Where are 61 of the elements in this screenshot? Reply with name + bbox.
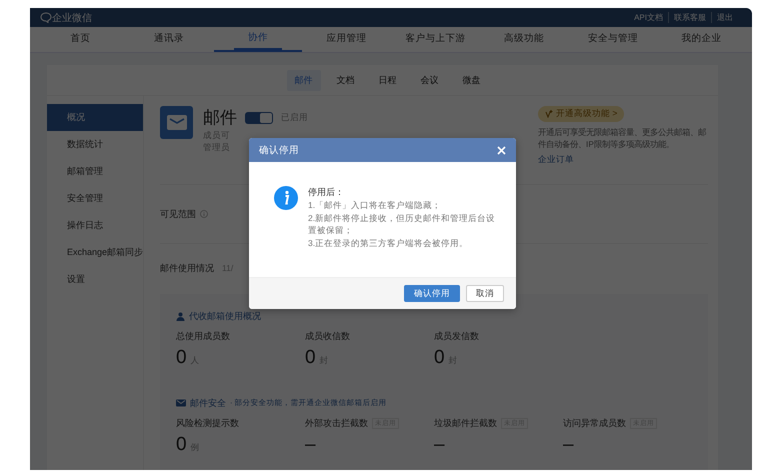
sidebar-item[interactable]: 设置 [47,266,144,293]
visibility-label: 可见范围 [160,208,196,220]
section-title: 邮件安全 [190,396,226,410]
stat-value: 0 [434,347,445,369]
close-button[interactable] [497,146,506,154]
enable-toggle[interactable] [245,112,274,124]
app-logo-text: 企业微信 [52,12,92,24]
nav-tab[interactable]: 通讯录 [140,27,198,50]
top-link[interactable]: 退出 [711,12,738,23]
sidebar-item[interactable]: 数据统计 [47,131,144,158]
dialog-text: 2.新邮件将停止接收，但历史邮件和管理后台设置被保留； [308,212,496,236]
nav-tab[interactable]: 客户与上下游 [391,27,480,50]
nav-tab[interactable]: 高级功能 [490,27,558,50]
user-icon [176,312,186,320]
info-icon [200,210,208,218]
stat-label: 外部攻击拦截数 [305,417,368,430]
stat-value: – [434,434,445,456]
stat-label: 总使用成员数 [176,330,230,343]
stat-label: 访问异常成员数 [563,417,626,430]
sub-tab[interactable]: 日程 [370,70,404,90]
mail-icon [176,399,186,407]
dialog-text: 1.「邮件」入口将在客户端隐藏； [308,199,442,211]
stat-value: 0 [176,347,187,369]
nav-tab[interactable]: 安全与管理 [574,27,652,50]
dialog-title: 确认停用 [259,144,299,156]
cancel-button[interactable]: 取消 [466,285,504,302]
sidebar-item[interactable]: 邮箱管理 [47,158,144,185]
sub-tab[interactable]: 文档 [328,70,362,90]
sub-tab[interactable]: 微盘 [454,70,488,90]
nav-tab[interactable]: 我的企业 [668,27,736,50]
nav-tab[interactable]: 应用管理 [312,27,381,50]
confirm-button[interactable]: 确认停用 [404,285,460,302]
stat-value: 0 [176,434,187,456]
nav-tab[interactable]: 协作 [234,27,282,50]
stat-value: – [305,434,316,456]
sidebar-item[interactable]: 概况 [47,104,144,131]
section-title: 代收邮箱使用概况 [189,310,262,322]
dialog-text: 3.正在登录的第三方客户端将会被停用。 [308,237,470,249]
stat-value: – [563,434,574,456]
upgrade-description: 开通后可享受无限邮箱容量、更多公共邮箱、邮件自动备份、IP限制等多项高级功能。 [538,126,708,150]
sidebar-item[interactable]: 操作日志 [47,212,144,239]
top-link[interactable]: 联系客服 [668,12,711,23]
sub-tab[interactable]: 会议 [412,70,446,90]
sidebar-item[interactable]: Exchange邮箱同步 [47,239,144,266]
stat-label: 成员收信数 [305,330,350,343]
upgrade-badge[interactable]: 开通高级功能 > [538,106,624,122]
sub-tab[interactable]: 邮件 [286,70,320,90]
stat-label: 垃圾邮件拦截数 [434,417,498,430]
top-link[interactable]: API文档 [629,12,668,23]
stat-label: 风险检测提示数 [176,417,240,430]
mail-app-icon [160,106,194,139]
order-link[interactable]: 企业订单 [538,154,574,166]
usage-label: 邮件使用情况 [160,262,214,274]
dialog-heading: 停用后： [308,186,345,198]
chat-bubble-icon [40,12,52,23]
stat-value: 0 [305,347,316,369]
stat-label: 成员发信数 [434,330,480,343]
nav-tab[interactable]: 首页 [56,27,104,50]
app-title: 邮件 [203,107,238,129]
info-icon [274,186,298,210]
sidebar-item[interactable]: 安全管理 [47,185,144,212]
